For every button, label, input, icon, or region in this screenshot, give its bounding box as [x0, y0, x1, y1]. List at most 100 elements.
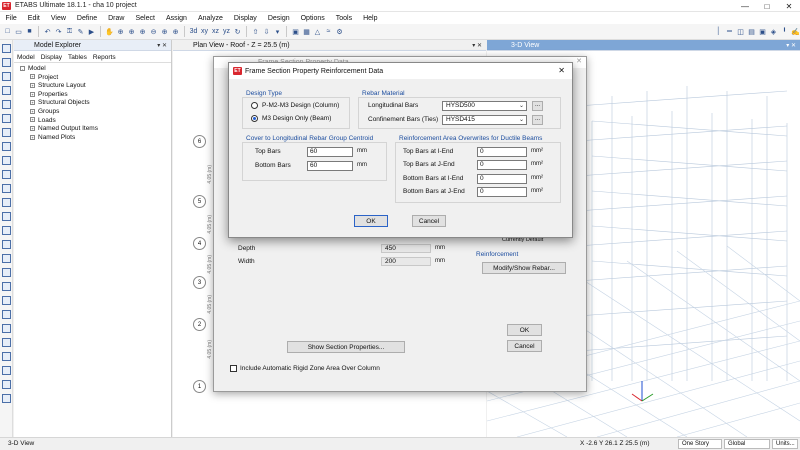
maximize-icon[interactable]: □: [756, 0, 778, 12]
draw-wall-icon[interactable]: ▤: [747, 27, 756, 36]
all-stories-icon[interactable]: [2, 380, 11, 389]
force-diagram-icon[interactable]: ≈: [324, 27, 333, 36]
tree-node-loads[interactable]: + Loads: [20, 117, 171, 126]
menu-options[interactable]: Options: [295, 15, 330, 22]
ok-button[interactable]: OK: [507, 324, 542, 336]
cancel-button[interactable]: Cancel: [412, 215, 446, 227]
zoom-window-icon[interactable]: ⊕: [116, 27, 125, 36]
expand-icon[interactable]: +: [30, 134, 35, 140]
expand-icon[interactable]: +: [30, 100, 35, 106]
3d-view-icon[interactable]: 3d: [189, 27, 198, 36]
display-options-icon[interactable]: ⚙: [335, 27, 344, 36]
draw-slab-icon[interactable]: ▣: [758, 27, 767, 36]
elevation-view-icon[interactable]: xz: [211, 27, 220, 36]
top-bars-j-end-input[interactable]: 0: [477, 160, 527, 170]
tree-node-named-output-items[interactable]: + Named Output Items: [20, 125, 171, 134]
open-folder-icon[interactable]: ▭: [14, 27, 23, 36]
zoom-previous-icon[interactable]: ⊕: [160, 27, 169, 36]
coordinate-system-select[interactable]: Global: [724, 439, 770, 449]
panel-pin-close-icon[interactable]: ▾ ✕: [786, 42, 796, 49]
midpoint-snap-icon[interactable]: [2, 296, 11, 305]
panel-pin-close-icon[interactable]: ▾ ✕: [472, 42, 482, 49]
show-section-properties-button[interactable]: Show Section Properties...: [287, 341, 405, 353]
panel-pin-close-icon[interactable]: ▾ ✕: [157, 42, 167, 49]
tree-node-model[interactable]: - Model: [20, 65, 171, 74]
draw-floor-icon[interactable]: [2, 142, 11, 151]
line-style-icon[interactable]: ╹: [780, 27, 789, 36]
draw-frame-icon[interactable]: [2, 86, 11, 95]
expand-icon[interactable]: +: [30, 74, 35, 80]
menu-help[interactable]: Help: [358, 15, 383, 22]
modify-show-rebar-button[interactable]: Modify/Show Rebar...: [482, 262, 566, 274]
close-icon[interactable]: ✕: [576, 57, 582, 65]
draw-beam-icon[interactable]: ═: [725, 27, 734, 36]
expand-icon[interactable]: +: [30, 82, 35, 88]
top-bars-i-end-input[interactable]: 0: [477, 147, 527, 157]
set-display-icon[interactable]: ▦: [302, 27, 311, 36]
minimize-icon[interactable]: —: [734, 0, 756, 12]
pencil-icon[interactable]: ✎: [76, 27, 85, 36]
tree-node-properties[interactable]: + Properties: [20, 91, 171, 100]
menu-analyze[interactable]: Analyze: [192, 15, 228, 22]
tree-node-project[interactable]: + Project: [20, 74, 171, 83]
lock-icon[interactable]: ⚿: [65, 27, 74, 36]
close-icon[interactable]: ✕: [558, 66, 565, 75]
save-icon[interactable]: ■: [25, 27, 34, 36]
tab-reports[interactable]: Reports: [93, 54, 116, 61]
tab-tables[interactable]: Tables: [68, 54, 87, 61]
plan-view-icon[interactable]: xy: [200, 27, 209, 36]
width-field[interactable]: 200: [381, 257, 431, 266]
draw-brace-icon[interactable]: [2, 128, 11, 137]
bottom-bars-i-end-input[interactable]: 0: [477, 174, 527, 184]
snap-icon[interactable]: [2, 268, 11, 277]
menu-view[interactable]: View: [45, 15, 71, 22]
longitudinal-bars-select[interactable]: HYSD500 ⌄: [442, 101, 527, 111]
longitudinal-browse-button[interactable]: ...: [532, 101, 543, 111]
cancel-button[interactable]: Cancel: [507, 340, 542, 352]
expand-icon[interactable]: +: [30, 117, 35, 123]
close-icon[interactable]: ✕: [778, 0, 800, 12]
tree-node-structure-layout[interactable]: + Structure Layout: [20, 82, 171, 91]
menu-assign[interactable]: Assign: [160, 15, 192, 22]
grid-snap-icon[interactable]: [2, 338, 11, 347]
tree-node-groups[interactable]: + Groups: [20, 108, 171, 117]
ok-button[interactable]: OK: [354, 215, 388, 227]
select-pointer-icon[interactable]: [2, 44, 11, 53]
draw-joint-icon[interactable]: [2, 72, 11, 81]
rotate-icon[interactable]: ↻: [233, 27, 242, 36]
menu-design[interactable]: Design: [262, 15, 295, 22]
menu-edit[interactable]: Edit: [22, 15, 45, 22]
new-file-icon[interactable]: □: [3, 27, 12, 36]
undo-icon[interactable]: ↶: [43, 27, 52, 36]
depth-field[interactable]: 450: [381, 244, 431, 253]
tab-model[interactable]: Model: [17, 54, 35, 61]
expand-icon[interactable]: +: [30, 91, 35, 97]
zoom-all-icon[interactable]: ⊕: [171, 27, 180, 36]
menu-tools[interactable]: Tools: [330, 15, 357, 22]
bottom-bars-j-end-input[interactable]: 0: [477, 187, 527, 197]
deformed-shape-icon[interactable]: △: [313, 27, 322, 36]
menu-define[interactable]: Define: [71, 15, 102, 22]
zoom-out-icon[interactable]: ⊖: [149, 27, 158, 36]
expand-icon[interactable]: +: [30, 108, 35, 114]
quick-draw-column-icon[interactable]: [2, 114, 11, 123]
rigid-zone-checkbox[interactable]: [230, 365, 237, 372]
draw-column-icon[interactable]: ◫: [736, 27, 745, 36]
menu-file[interactable]: File: [0, 15, 22, 22]
line-snap-icon[interactable]: [2, 324, 11, 333]
tree-node-structural-objects[interactable]: + Structural Objects: [20, 99, 171, 108]
clear-selection-icon[interactable]: [2, 254, 11, 263]
axes-icon[interactable]: [2, 394, 11, 403]
menu-select[interactable]: Select: [130, 15, 160, 22]
pan-icon[interactable]: ✋: [105, 27, 114, 36]
select-all-icon[interactable]: [2, 240, 11, 249]
draw-wall-panel-icon[interactable]: [2, 156, 11, 165]
quick-draw-beam-icon[interactable]: [2, 100, 11, 109]
draw-grid-icon[interactable]: [2, 226, 11, 235]
menu-draw[interactable]: Draw: [103, 15, 130, 22]
zoom-in-icon[interactable]: ⊕: [138, 27, 147, 36]
cover-top-input[interactable]: 60: [307, 147, 353, 157]
object-shrink-icon[interactable]: ▣: [291, 27, 300, 36]
menu-display[interactable]: Display: [228, 15, 262, 22]
run-analysis-icon[interactable]: ▶: [87, 27, 96, 36]
